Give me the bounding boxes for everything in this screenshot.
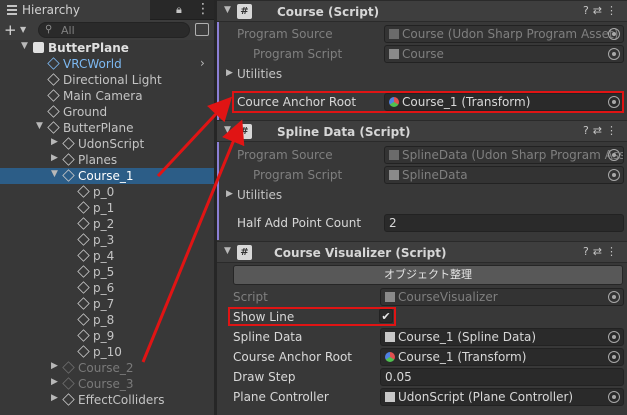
- arrow-to-course-anchor: [156, 96, 233, 178]
- arrow-to-spline-data: [141, 119, 245, 363]
- annotation-arrows: [141, 96, 245, 363]
